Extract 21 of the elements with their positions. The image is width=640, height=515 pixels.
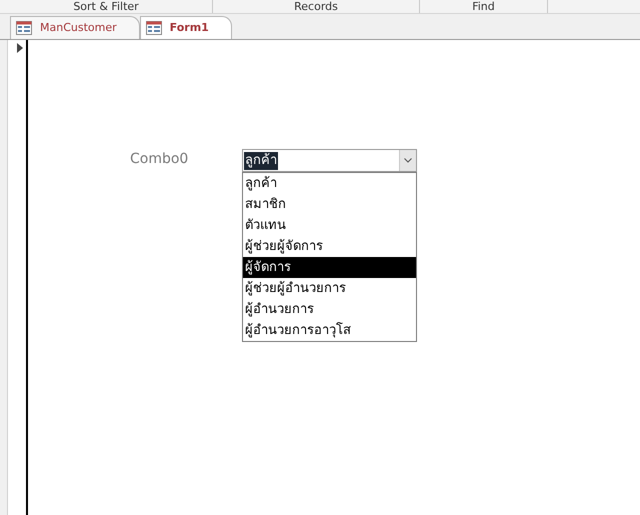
dropdown-option[interactable]: ผู้อำนวยการ [243, 299, 416, 320]
current-record-icon [17, 43, 23, 53]
dropdown-option[interactable]: ลูกค้า [243, 173, 416, 194]
ribbon-group-label: Records [294, 0, 338, 13]
document-tab[interactable]: ManCustomer [10, 16, 140, 39]
dropdown-option[interactable]: สมาชิก [243, 194, 416, 215]
ribbon-group-label: Find [472, 0, 495, 13]
chevron-down-icon [404, 158, 412, 163]
combo-box[interactable]: ลูกค้า [242, 149, 417, 172]
dropdown-option[interactable]: ผู้ช่วยผู้จัดการ [243, 236, 416, 257]
document-tab[interactable]: Form1 [140, 16, 232, 39]
dropdown-button[interactable] [399, 150, 416, 171]
dropdown-option[interactable]: ตัวแทน [243, 215, 416, 236]
combo-value: ลูกค้า [244, 152, 278, 170]
dropdown-option[interactable]: ผู้จัดการ [243, 257, 416, 278]
form-icon [146, 21, 162, 35]
dropdown-option[interactable]: ผู้ช่วยผู้อำนวยการ [243, 278, 416, 299]
ribbon-group-label: Sort & Filter [73, 0, 139, 13]
form-icon [16, 21, 32, 35]
combo-label: Combo0 [130, 150, 190, 169]
dropdown-option[interactable]: ผู้อำนวยการอาวุโส [243, 320, 416, 341]
